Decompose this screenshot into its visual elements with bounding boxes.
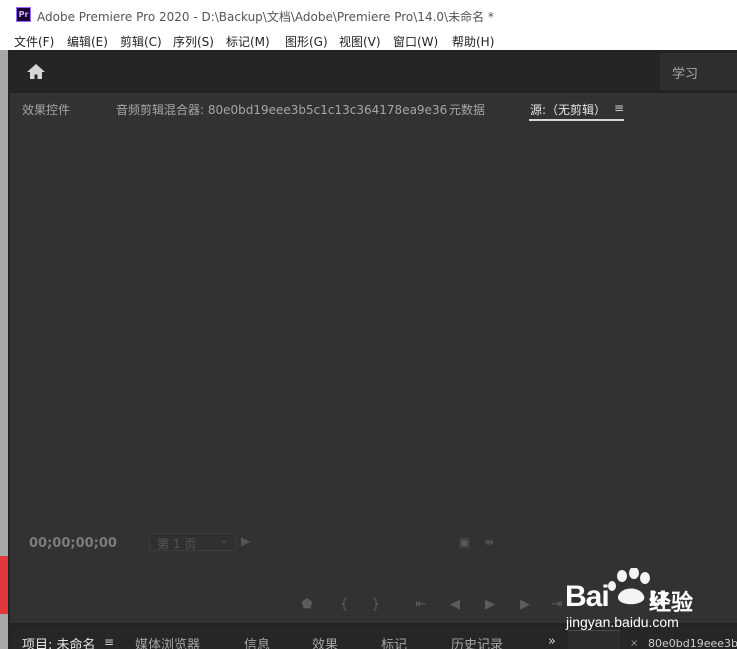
more-tabs-button[interactable]: » [548, 634, 556, 649]
source-monitor-panel [10, 93, 737, 623]
window-title: Adobe Premiere Pro 2020 - D:\Backup\文档\A… [37, 10, 494, 24]
menu-markers[interactable]: 标记(M) [226, 33, 270, 50]
step-forward-icon[interactable]: ▶ [514, 597, 536, 612]
insert-icon[interactable]: ⇻ [484, 535, 494, 549]
left-edge-highlight [0, 556, 8, 614]
tab-info[interactable]: 信息 [244, 634, 270, 649]
menu-view[interactable]: 视图(V) [339, 33, 381, 50]
menu-edit[interactable]: 编辑(E) [67, 33, 108, 50]
watermark-jingyan: 经验 [649, 591, 694, 616]
chevron-down-icon: ⌄ [220, 535, 229, 546]
menu-bar: 文件(F) 编辑(E) 剪辑(C) 序列(S) 标记(M) 图形(G) 视图(V… [0, 30, 737, 50]
sequence-tab-label[interactable]: 80e0bd19eee3b5c [648, 637, 737, 649]
export-frame-icon[interactable]: ▣ [459, 535, 470, 549]
close-icon[interactable]: × [630, 638, 638, 649]
premiere-app-icon: Pr [16, 7, 31, 22]
tab-effect-controls[interactable]: 效果控件 [22, 101, 70, 118]
go-to-in-icon[interactable]: ⇤ [410, 597, 432, 612]
play-icon[interactable]: ▶ [479, 597, 501, 612]
tab-metadata[interactable]: 元数据 [449, 101, 485, 118]
home-button[interactable] [24, 62, 48, 82]
tab-media-browser[interactable]: 媒体浏览器 [135, 634, 200, 649]
tab-history[interactable]: 历史记录 [451, 634, 503, 649]
header-bar [10, 53, 737, 90]
project-panel-menu-icon[interactable]: ≡ [104, 635, 114, 649]
menu-sequence[interactable]: 序列(S) [173, 33, 214, 50]
playhead-timecode[interactable]: 00;00;00;00 [29, 536, 117, 551]
home-icon [27, 64, 45, 79]
panel-menu-icon[interactable]: ≡ [614, 101, 624, 115]
marker-icon[interactable]: ⬟ [296, 597, 318, 612]
mark-out-icon[interactable]: } [365, 597, 387, 612]
tab-effects[interactable]: 效果 [312, 634, 338, 649]
menu-help[interactable]: 帮助(H) [452, 33, 494, 50]
step-back-icon[interactable]: ◀ [444, 597, 466, 612]
menu-graphics[interactable]: 图形(G) [285, 33, 328, 50]
tab-project[interactable]: 项目: 未命名 [22, 634, 96, 649]
tab-source[interactable]: 源:（无剪辑） [530, 101, 606, 118]
watermark-url: jingyan.baidu.com [566, 614, 679, 630]
menu-window[interactable]: 窗口(W) [393, 33, 438, 50]
next-page-icon[interactable]: ▶ [241, 534, 250, 548]
menu-clip[interactable]: 剪辑(C) [120, 33, 162, 50]
active-tab-underline [529, 119, 624, 121]
page-dropdown-label: 第 1 页 [157, 537, 197, 551]
workspace-learn-label: 学习 [672, 67, 699, 82]
tab-audio-clip-mixer[interactable]: 音频剪辑混合器: 80e0bd19eee3b5c1c13c364178ea9e3… [116, 101, 447, 118]
tab-markers[interactable]: 标记 [381, 634, 407, 649]
mark-in-icon[interactable]: { [333, 597, 355, 612]
menu-file[interactable]: 文件(F) [14, 33, 54, 50]
title-bar: Pr Adobe Premiere Pro 2020 - D:\Backup\文… [0, 0, 737, 30]
